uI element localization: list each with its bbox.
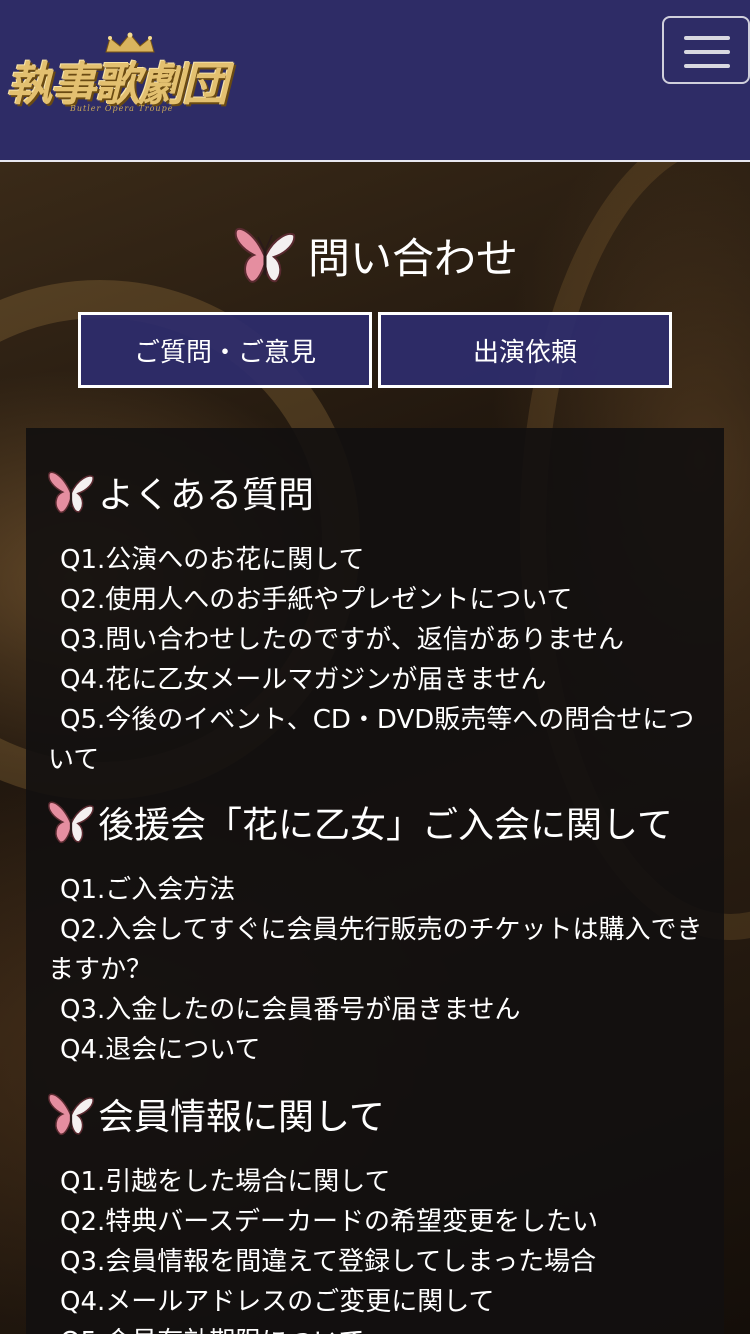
faq-item[interactable]: Q3.入金したのに会員番号が届きません xyxy=(48,990,708,1030)
faq-panel: よくある質問 Q1.公演へのお花に関して Q2.使用人へのお手紙やプレゼントにつ… xyxy=(26,428,724,1334)
faq-list: Q1.公演へのお花に関して Q2.使用人へのお手紙やプレゼントについて Q3.問… xyxy=(48,540,708,780)
hamburger-menu-icon xyxy=(684,50,730,54)
faq-item[interactable]: Q1.ご入会方法 xyxy=(48,870,708,910)
butterfly-icon xyxy=(48,801,94,844)
main-content: 問い合わせ ご質問・ご意見 出演依頼 よくある質問 Q1.公演へのお花に関して … xyxy=(0,162,750,1334)
faq-section-title: 会員情報に関して xyxy=(98,1097,385,1138)
faq-item[interactable]: Q2.使用人へのお手紙やプレゼントについて xyxy=(48,580,708,620)
faq-list: Q1.ご入会方法 Q2.入会してすぐに会員先行販売のチケットは購入できますか？ … xyxy=(48,870,708,1070)
butterfly-icon xyxy=(234,227,296,283)
inquiry-opinion-button[interactable]: ご質問・ご意見 xyxy=(78,312,372,388)
faq-item[interactable]: Q5.会員有効期限について xyxy=(48,1322,708,1334)
faq-section-title: よくある質問 xyxy=(98,475,315,516)
faq-list: Q1.引越をした場合に関して Q2.特典バースデーカードの希望変更をしたい Q3… xyxy=(48,1162,708,1334)
performance-request-button[interactable]: 出演依頼 xyxy=(378,312,672,388)
faq-item[interactable]: Q4.花に乙女メールマガジンが届きません xyxy=(48,660,708,700)
faq-item[interactable]: Q1.引越をした場合に関して xyxy=(48,1162,708,1202)
faq-item[interactable]: Q5.今後のイベント、CD・DVD販売等への問合せについて xyxy=(48,700,708,780)
hamburger-menu-icon xyxy=(684,36,730,40)
faq-item[interactable]: Q2.特典バースデーカードの希望変更をしたい xyxy=(48,1202,708,1242)
faq-section-header: よくある質問 xyxy=(46,462,314,522)
hamburger-menu-icon xyxy=(684,64,730,68)
faq-section-header: 会員情報に関して xyxy=(46,1084,385,1144)
site-logo[interactable]: 執事歌劇団 Butler Opera Troupe xyxy=(6,30,238,122)
page-title-text: 問い合わせ xyxy=(307,233,518,283)
site-header: 執事歌劇団 Butler Opera Troupe xyxy=(0,0,750,162)
faq-item[interactable]: Q3.会員情報を間違えて登録してしまった場合 xyxy=(48,1242,708,1282)
logo-subtitle: Butler Opera Troupe xyxy=(70,104,174,113)
faq-section-header: 後援会「花に乙女」ご入会に関して xyxy=(46,792,673,852)
faq-item[interactable]: Q4.退会について xyxy=(48,1030,708,1070)
faq-item[interactable]: Q4.メールアドレスのご変更に関して xyxy=(48,1282,708,1322)
page-title: 問い合わせ xyxy=(0,220,750,290)
faq-item[interactable]: Q2.入会してすぐに会員先行販売のチケットは購入できますか？ xyxy=(48,910,708,990)
butterfly-icon xyxy=(48,1093,94,1136)
faq-item[interactable]: Q3.問い合わせしたのですが、返信がありません xyxy=(48,620,708,660)
hamburger-menu-button[interactable] xyxy=(662,16,750,84)
faq-section-title: 後援会「花に乙女」ご入会に関して xyxy=(98,805,673,846)
faq-item[interactable]: Q1.公演へのお花に関して xyxy=(48,540,708,580)
butterfly-icon xyxy=(48,471,94,514)
